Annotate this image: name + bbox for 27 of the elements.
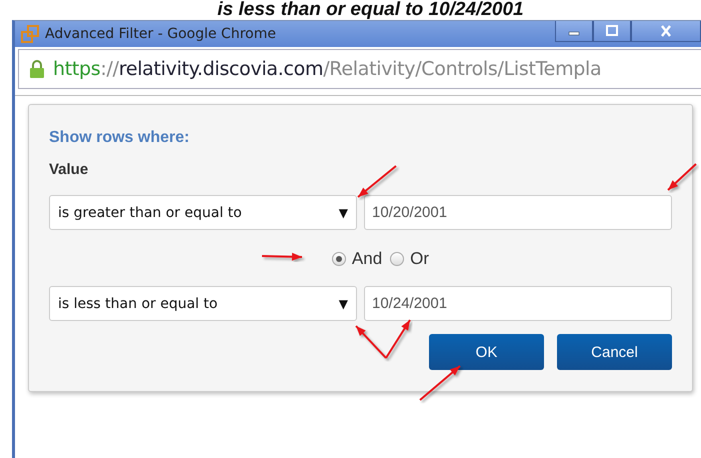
operator-dropdown[interactable]: is less than or equal to ▼ <box>49 286 357 321</box>
operator-dropdown[interactable]: is greater than or equal to ▼ <box>49 195 357 230</box>
annotation-arrow <box>262 252 302 261</box>
caption-text: is less than or equal to 10/24/2001 <box>217 0 524 20</box>
field-label: Value <box>49 161 90 178</box>
url-text: https://relativity.discovia.com/Relativity/Controls/ListTempla <box>53 58 602 80</box>
annotation-arrow <box>667 163 697 191</box>
date-input[interactable]: 10/24/2001 <box>364 286 672 321</box>
window-title: Advanced Filter - Google Chrome <box>45 26 276 42</box>
annotation-arrow <box>355 325 387 359</box>
logic-radio[interactable]: And <box>332 249 382 269</box>
window-icon <box>21 25 39 43</box>
cancel-button[interactable]: Cancel <box>557 334 672 370</box>
address-bar[interactable]: https://relativity.discovia.com/Relativity/Controls/ListTempla <box>18 49 701 89</box>
annotation-arrow <box>419 365 461 401</box>
close-button[interactable] <box>631 21 701 42</box>
lock-icon <box>29 59 45 79</box>
annotation-arrow <box>357 165 397 198</box>
minimize-button[interactable] <box>555 21 593 42</box>
logic-radio[interactable]: Or <box>390 249 430 269</box>
ok-button[interactable]: OK <box>429 334 544 370</box>
maximize-button[interactable] <box>593 21 631 42</box>
annotation-arrow <box>385 319 411 359</box>
date-input[interactable]: 10/20/2001 <box>364 195 672 230</box>
close-icon <box>659 25 673 37</box>
dialog-heading: Show rows where: <box>49 129 190 147</box>
maximize-icon <box>605 25 619 37</box>
